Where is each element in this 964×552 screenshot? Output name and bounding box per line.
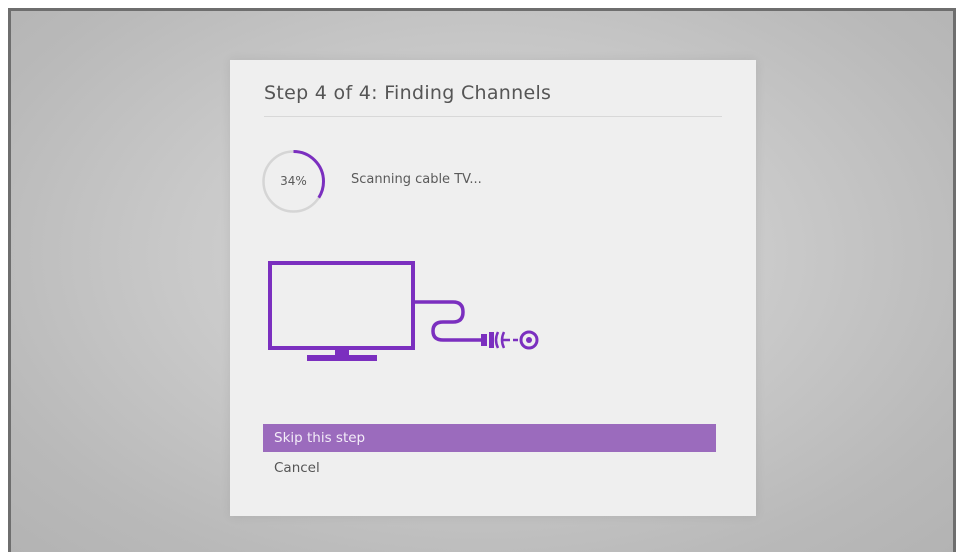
tv-screen: Step 4 of 4: Finding Channels 34% Scanni…: [8, 8, 956, 552]
progress-percent: 34%: [280, 174, 307, 188]
tv-icon: [268, 261, 415, 361]
skip-step-button[interactable]: Skip this step: [263, 424, 716, 452]
dialog-menu: Skip this step Cancel: [263, 424, 716, 482]
setup-dialog: Step 4 of 4: Finding Channels 34% Scanni…: [230, 60, 756, 516]
cable-icon: [413, 300, 481, 342]
cancel-button[interactable]: Cancel: [263, 454, 716, 482]
scan-status-text: Scanning cable TV...: [351, 172, 482, 187]
scan-progress-ring: 34%: [261, 149, 326, 214]
dialog-title: Step 4 of 4: Finding Channels: [264, 82, 552, 104]
coax-connector-icon: [481, 330, 539, 350]
cable-tv-illustration: [268, 261, 539, 361]
title-divider: [264, 116, 722, 117]
